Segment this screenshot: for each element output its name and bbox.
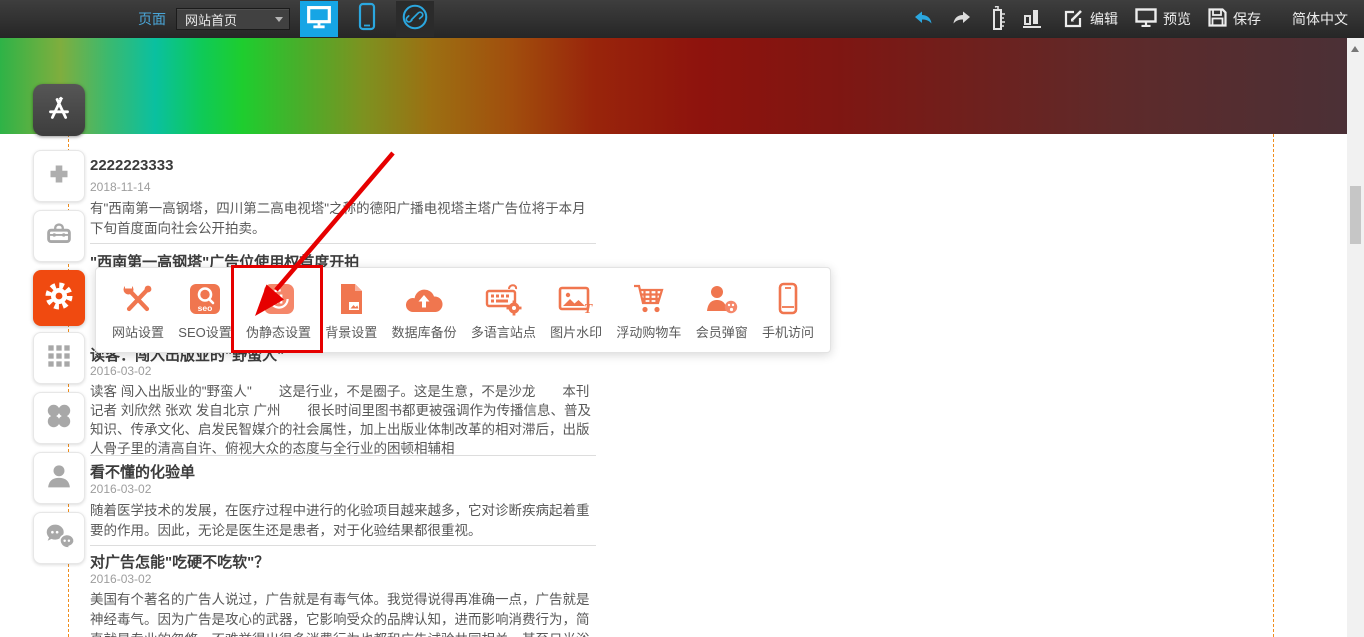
editor-topbar: 页面 网站首页 <box>0 0 1364 38</box>
database-backup-cloud-icon <box>403 279 445 317</box>
site-settings-tools-icon <box>119 279 157 317</box>
scrollbar-thumb[interactable] <box>1350 186 1361 244</box>
menu-item-mobile-access[interactable]: 手机访问 <box>762 279 814 341</box>
page-select-value: 网站首页 <box>185 10 237 29</box>
gear-icon <box>41 278 77 319</box>
menu-item-background-settings[interactable]: 背景设置 <box>325 279 377 341</box>
article-title[interactable]: 看不懂的化验单 <box>90 461 596 482</box>
menu-item-image-watermark[interactable]: T 图片水印 <box>550 279 602 341</box>
preview-button[interactable]: 预览 <box>1135 8 1191 30</box>
page-label: 页面 <box>138 9 166 29</box>
article-date: 2018-11-14 <box>90 180 596 194</box>
article-title[interactable]: 对广告怎能"吃硬不吃软"？ <box>90 551 596 572</box>
article-date: 2016-03-02 <box>90 482 596 496</box>
app-store-icon <box>42 91 76 130</box>
menu-item-floating-cart[interactable]: 浮动购物车 <box>616 279 681 341</box>
menu-item-member-popup[interactable]: 会员弹窗 <box>696 279 748 341</box>
menu-item-label: 背景设置 <box>325 322 377 341</box>
save-label: 保存 <box>1233 9 1261 29</box>
article-body: 美国有个著名的广告人说过，广告就是有毒气体。我觉得说得再准确一点，广告就是神经毒… <box>90 590 596 637</box>
menu-item-database-backup[interactable]: 数据库备份 <box>392 279 457 341</box>
edit-pencil-icon <box>1064 8 1084 31</box>
bar-chart-icon <box>1023 8 1041 31</box>
mobile-phone-icon <box>775 279 801 317</box>
undo-button[interactable] <box>912 9 934 30</box>
sidebar-item-chat[interactable] <box>33 512 85 564</box>
stats-button[interactable] <box>1023 8 1041 31</box>
floating-cart-icon <box>630 279 668 317</box>
sidebar-item-member[interactable] <box>33 452 85 504</box>
menu-item-label: 图片水印 <box>550 322 602 341</box>
person-icon <box>42 459 76 498</box>
language-label: 简体中文 <box>1292 9 1348 29</box>
toolbox-icon <box>42 217 76 256</box>
ruler-button[interactable] <box>990 6 1006 33</box>
page-select[interactable]: 网站首页 <box>176 8 290 30</box>
article-body: 有"西南第一高钢塔，四川第二高电视塔"之称的德阳广播电视塔主塔广告位将于本月下旬… <box>90 199 596 239</box>
sidebar-item-add[interactable] <box>33 150 85 202</box>
background-page-icon <box>334 279 368 317</box>
image-watermark-icon: T <box>556 279 596 317</box>
sidebar-item-modules[interactable] <box>33 332 85 384</box>
clover-icon <box>43 400 75 437</box>
sidebar-item-plugins[interactable] <box>33 392 85 444</box>
chevron-down-icon <box>275 17 283 22</box>
article-body: 随着医学技术的发展，在医疗过程中进行的化验项目越来越多，它对诊断疾病起着重要的作… <box>90 501 596 541</box>
redo-icon <box>951 9 973 30</box>
article-divider <box>90 455 596 456</box>
mobile-view-button[interactable] <box>348 1 386 37</box>
sidebar-item-settings[interactable] <box>33 270 85 326</box>
menu-item-label: 浮动购物车 <box>616 322 681 341</box>
sidebar-item-app-store[interactable] <box>33 84 85 136</box>
highlight-red-box <box>231 265 323 353</box>
desktop-view-button[interactable] <box>300 1 338 37</box>
save-floppy-icon <box>1208 8 1227 30</box>
article-body: 读客 闯入出版业的"野蛮人" 这是行业，不是圈子。这是生意，不是沙龙 本刊记者 … <box>90 382 596 458</box>
menu-item-label: 多语言站点 <box>471 322 536 341</box>
desktop-monitor-icon <box>304 2 334 37</box>
seo-icon: seo <box>187 279 223 317</box>
plus-icon <box>42 157 76 196</box>
scrollbar[interactable] <box>1347 38 1364 637</box>
menu-item-label: 数据库备份 <box>392 322 457 341</box>
article-title[interactable]: 2222223333 <box>90 157 596 174</box>
article-date: 2016-03-02 <box>90 572 596 586</box>
save-button[interactable]: 保存 <box>1208 8 1261 30</box>
member-popup-icon <box>703 279 741 317</box>
sidebar-item-toolbox[interactable] <box>33 210 85 262</box>
scrollbar-up-arrow-icon[interactable] <box>1351 46 1359 52</box>
undo-icon <box>912 9 934 30</box>
article-date: 2016-03-02 <box>90 364 596 378</box>
article-divider <box>90 243 596 244</box>
chat-bubbles-icon <box>42 519 76 558</box>
site-banner-gradient <box>0 38 1347 134</box>
multilanguage-keyboard-icon <box>483 279 523 317</box>
editor-stage: 2222223333 2018-11-14 有"西南第一高钢塔，四川第二高电视塔… <box>0 0 1364 637</box>
menu-item-label: 会员弹窗 <box>696 322 748 341</box>
link-icon <box>400 2 430 37</box>
menu-item-label: 手机访问 <box>762 322 814 341</box>
settings-popup-menu: 网站设置 seo SEO设置 <box>95 267 831 353</box>
edit-label: 编辑 <box>1090 9 1118 29</box>
language-switch[interactable]: 简体中文 <box>1292 9 1348 29</box>
layout-guide-right <box>1273 134 1274 637</box>
preview-monitor-icon <box>1135 8 1157 30</box>
seo-badge-text: seo <box>198 303 213 313</box>
article-divider <box>90 545 596 546</box>
grid-icon <box>43 340 75 377</box>
edit-button[interactable]: 编辑 <box>1064 8 1118 31</box>
menu-item-site-settings[interactable]: 网站设置 <box>112 279 164 341</box>
mobile-phone-outline-icon <box>356 2 378 37</box>
redo-button[interactable] <box>951 9 973 30</box>
menu-item-label: 网站设置 <box>112 322 164 341</box>
preview-label: 预览 <box>1163 9 1191 29</box>
svg-text:T: T <box>584 302 594 317</box>
menu-item-multilanguage-site[interactable]: 多语言站点 <box>471 279 536 341</box>
menu-item-label: SEO设置 <box>178 322 231 341</box>
link-button[interactable] <box>396 1 434 37</box>
ruler-icon <box>990 6 1006 33</box>
menu-item-seo-settings[interactable]: seo SEO设置 <box>178 279 231 341</box>
